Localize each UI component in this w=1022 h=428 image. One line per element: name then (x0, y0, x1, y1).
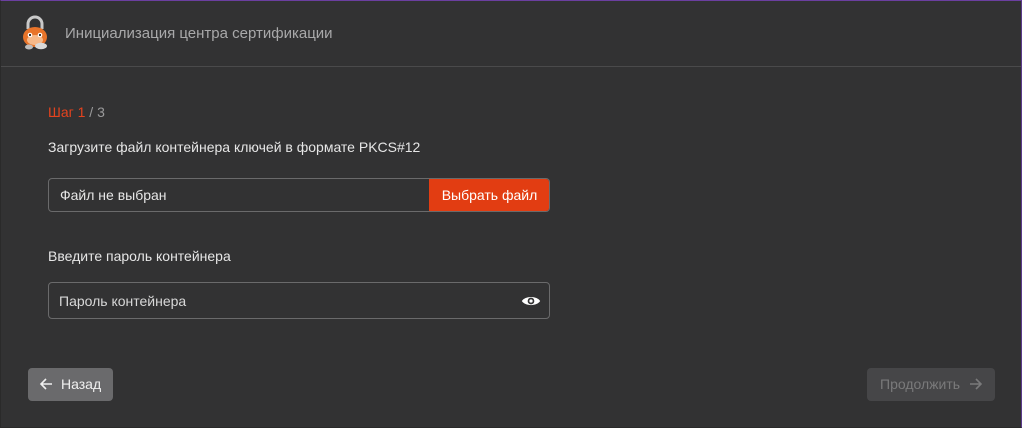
lock-mascot-icon (23, 15, 47, 50)
arrow-left-icon (39, 378, 52, 390)
back-button[interactable]: Назад (28, 368, 113, 401)
header: Инициализация центра сертификации (1, 1, 1021, 67)
continue-button[interactable]: Продолжить (867, 368, 995, 401)
continue-button-label: Продолжить (880, 376, 961, 392)
step-total: / 3 (85, 104, 105, 120)
step-current: Шаг 1 (48, 104, 86, 120)
eye-icon[interactable] (521, 292, 541, 310)
page-title: Инициализация центра сертификации (65, 25, 333, 42)
password-field[interactable] (59, 283, 509, 318)
app-window: Инициализация центра сертификации Шаг 1 … (0, 0, 1022, 428)
password-label: Введите пароль контейнера (48, 248, 231, 264)
back-button-label: Назад (61, 376, 102, 392)
file-status: Файл не выбран (60, 187, 167, 203)
upload-label: Загрузите файл контейнера ключей в форма… (48, 139, 421, 155)
file-input[interactable]: Файл не выбран Выбрать файл (48, 178, 550, 212)
choose-file-button[interactable]: Выбрать файл (429, 179, 549, 211)
password-field-wrapper (48, 282, 550, 319)
arrow-right-icon (970, 378, 983, 390)
step-indicator: Шаг 1 / 3 (48, 104, 105, 120)
